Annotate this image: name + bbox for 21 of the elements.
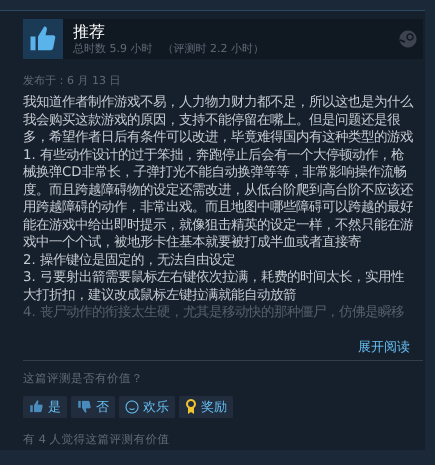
smiley-icon [125,400,139,414]
vote-button[interactable]: 奖励 [179,396,233,418]
steam-logo-icon [399,30,417,48]
vote-button[interactable]: 欢乐 [119,396,175,418]
review-paragraph: 3. 弓要射出箭需要鼠标左右键依次拉满，耗费的时间太长，实用性大打折扣，建议改成鼠标左键拉满就能自动放箭 [23,269,405,304]
thumbs-down-icon [77,399,92,414]
playtime-text: 总时数 5.9 小时 [73,42,152,56]
helpful-count: 有 4 人觉得这篇评测有价值 [23,432,171,446]
verdict-title: 推荐 [73,22,106,42]
helpful-question: 这篇评测是否有价值？ [23,370,144,386]
expand-link[interactable]: 展开阅读 [358,338,410,356]
playtime-at-review-text: （评测时 2.2 小时） [162,42,264,56]
review-paragraph: 我知道作者制作游戏不易，人力物力财力都不足，所以这也是为什么我会购买这款游戏的原因，支持不能停留在嘴上。但是问题还是很多，希望作者日后有条件可以改进，毕竟难得国内有这种类型的游戏 [23,94,414,146]
thumbs-up-icon [29,399,44,414]
vote-button[interactable]: 是 [23,396,67,418]
medal-icon [185,398,197,414]
vote-button[interactable]: 否 [71,396,115,418]
review-paragraph: 1. 有些动作设计的过于笨拙，奔跑停止后会有一个大停顿动作，枪械换弹CD非常长，子弹打光不能自动换弹等等，非常影响操作流畅度。而且跨越障碍物的设定还需改进，从低台阶爬到高台阶不应该还用跨越障碍的动作，非常出戏。而且地图中哪些障碍可以跨越的最好能在游戏中给出即时提示，就像狙击精英的设定一样，不然只能在游戏中一个个试，被地形卡住基本就要被打成半血或者直接寄 [23,146,414,252]
review-paragraph: 4. 丧尸动作的衔接太生硬，尤其是移动快的那种僵尸，仿佛是瞬移 [23,304,405,322]
posted-date: 发布于：6 月 13 日 [23,73,122,88]
review-paragraph: 2. 操作键位是固定的，无法自由设定 [23,252,236,269]
